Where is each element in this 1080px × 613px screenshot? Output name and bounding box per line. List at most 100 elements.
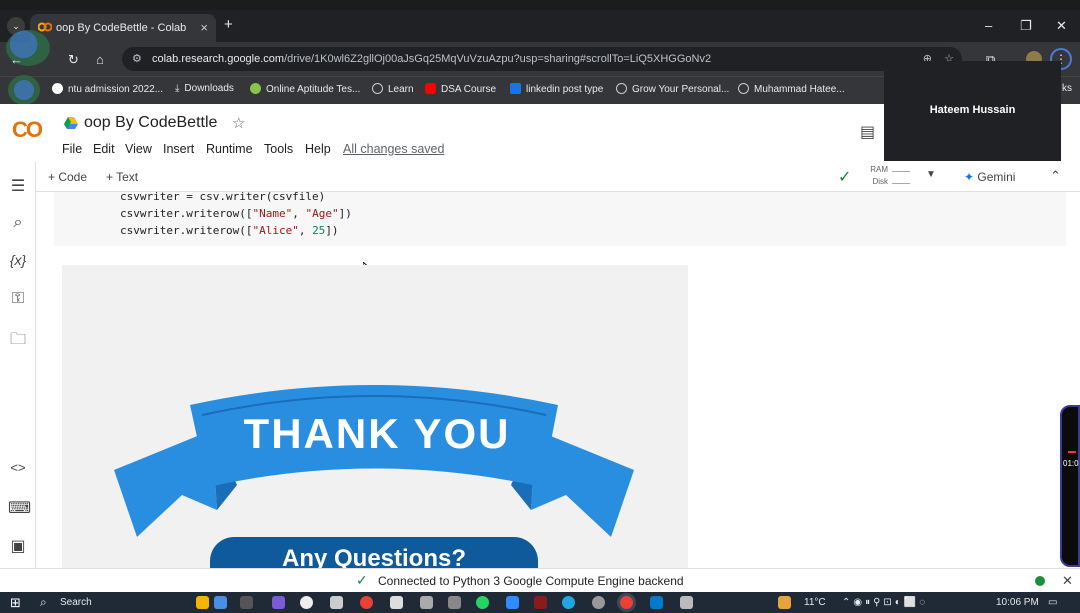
restore-icon[interactable]: ❐ [1020, 18, 1032, 34]
taskbar-settings-icon[interactable] [592, 596, 605, 609]
taskbar-search[interactable]: Search [60, 597, 92, 608]
minimize-icon[interactable]: – [985, 18, 992, 33]
globe-icon [372, 83, 383, 94]
code-line: csvwriter.writerow(["Name", "Age"]) [120, 207, 352, 220]
home-icon[interactable]: ⌂ [96, 52, 104, 67]
colab-favicon-icon [38, 22, 52, 32]
tray-icons[interactable]: ⌃◉⏸⚲⊡◐⬜◌ [842, 597, 928, 608]
close-status-icon[interactable]: ✕ [1062, 573, 1073, 589]
taskbar-chrome-icon[interactable] [360, 596, 373, 609]
new-tab-button[interactable]: + [224, 16, 233, 33]
weather-temp[interactable]: 11°C [804, 597, 826, 608]
notebook-title[interactable]: oop By CodeBettle [84, 114, 217, 132]
bookmark-item[interactable]: Learn [372, 83, 414, 95]
taskbar-search-icon[interactable]: ⌕ [40, 595, 47, 610]
gemini-button[interactable]: ✦ Gemini [964, 170, 1015, 184]
taskbar-zoom-icon[interactable] [506, 596, 519, 609]
participant-name: Hateem Hussain [929, 104, 1016, 116]
add-code-button[interactable]: + Code [48, 170, 87, 184]
url-field[interactable]: ⚙ colab.research.google.com/drive/1K0wl6… [122, 47, 962, 71]
questions-text: Any Questions? [281, 545, 467, 568]
taskbar-edge-icon[interactable] [562, 596, 575, 609]
gemini-icon: ✦ [964, 170, 975, 184]
bookmark-item[interactable]: ntu admission 2022... [52, 83, 163, 95]
aptitude-icon [250, 83, 261, 94]
status-check-icon: ✓ [356, 572, 368, 588]
comments-icon[interactable]: ▤ [860, 122, 875, 142]
bookmark-item[interactable]: Online Aptitude Tes... [250, 83, 360, 95]
bookmark-item[interactable]: linkedin post type [510, 83, 603, 95]
taskbar-app-icon[interactable] [448, 596, 461, 609]
browser-tab-bar: ⌄ oop By CodeBettle - Colab × + – ❐ ✕ [0, 10, 1080, 42]
widget-record-dot [1068, 451, 1076, 453]
bookmark-item[interactable]: Grow Your Personal... [616, 83, 729, 95]
taskbar-app-icon[interactable] [420, 596, 433, 609]
url-host: colab.research.google.com [152, 53, 285, 65]
command-palette-icon[interactable]: ⌨ [8, 498, 31, 518]
add-text-button[interactable]: + Text [106, 170, 138, 184]
menu-file[interactable]: File [62, 142, 82, 156]
notebook-toolbar: + Code + Text ✓ RAM Disk ▼ ✦ Gemini ⌃ [36, 162, 1080, 192]
taskbar-app-icon[interactable] [240, 596, 253, 609]
reload-icon[interactable]: ↻ [68, 52, 79, 68]
bookmark-item[interactable]: DSA Course [425, 83, 496, 95]
secrets-key-icon[interactable]: ⚿ [8, 290, 28, 308]
menu-runtime[interactable]: Runtime [206, 142, 253, 156]
taskbar-app-icon[interactable] [300, 596, 313, 609]
google-drive-icon [64, 117, 78, 129]
search-icon[interactable]: ⌕ [8, 214, 28, 232]
site-info-icon[interactable]: ⚙ [132, 47, 142, 71]
weather-icon[interactable] [778, 596, 791, 609]
taskbar-vscode-icon[interactable] [650, 596, 663, 609]
code-snippets-icon[interactable]: <> [8, 460, 28, 475]
runtime-dropdown-icon[interactable]: ▼ [926, 169, 936, 180]
colab-logo[interactable]: CO [12, 117, 43, 143]
bookmark-item[interactable]: ⤓ Downloads [175, 83, 234, 94]
variables-icon[interactable]: {x} [8, 252, 28, 268]
taskbar-app-icon[interactable] [390, 596, 403, 609]
save-status-link[interactable]: All changes saved [343, 142, 444, 156]
table-of-contents-icon[interactable]: ☰ [8, 176, 28, 196]
close-window-icon[interactable]: ✕ [1056, 18, 1067, 34]
star-notebook-icon[interactable]: ☆ [232, 114, 245, 132]
terminal-icon[interactable]: ▣ [8, 536, 28, 556]
code-cell[interactable]: csvwriter = csv.writer(csvfile) csvwrite… [54, 190, 1066, 246]
collapse-header-icon[interactable]: ⌃ [1050, 168, 1061, 184]
taskbar-app-icon[interactable] [214, 596, 227, 609]
window-top-strip [0, 0, 1080, 10]
download-icon: ⤓ [175, 83, 180, 94]
bookmark-item[interactable]: Muhammad Hatee... [738, 83, 845, 95]
taskbar-app-icon[interactable] [534, 596, 547, 609]
windows-start-icon[interactable]: ⊞ [10, 595, 21, 611]
menu-view[interactable]: View [125, 142, 152, 156]
taskbar-app-icon[interactable] [330, 596, 343, 609]
taskbar-app-icon[interactable] [196, 596, 209, 609]
apps-grid-icon[interactable] [8, 75, 40, 105]
menu-edit[interactable]: Edit [93, 142, 115, 156]
browser-tab-colab[interactable]: oop By CodeBettle - Colab × [30, 14, 216, 42]
ram-label: RAM [870, 165, 888, 174]
files-folder-icon[interactable]: 🗀 [8, 328, 28, 355]
menu-insert[interactable]: Insert [163, 142, 194, 156]
taskbar-app-icon[interactable] [272, 596, 285, 609]
code-line: csvwriter = csv.writer(csvfile) [120, 190, 326, 203]
youtube-icon [425, 83, 436, 94]
taskbar-chrome-active-icon[interactable] [620, 596, 633, 609]
banner-text: THANK YOU [243, 410, 511, 457]
taskbar-whatsapp-icon[interactable] [476, 596, 489, 609]
menu-tools[interactable]: Tools [264, 142, 293, 156]
globe-icon [616, 83, 627, 94]
menu-help[interactable]: Help [305, 142, 331, 156]
back-icon[interactable]: ← [10, 52, 23, 67]
clock-time[interactable]: 10:06 PM [996, 597, 1039, 608]
side-widget[interactable]: 01:0 [1060, 405, 1080, 567]
connected-check-icon: ✓ [838, 169, 852, 186]
bookmark-overflow[interactable]: ks [1062, 83, 1072, 94]
ram-bar [892, 171, 910, 172]
linkedin-icon [510, 83, 521, 94]
tab-close-icon[interactable]: × [200, 20, 208, 35]
taskbar-app-icon[interactable] [680, 596, 693, 609]
notification-icon[interactable]: ▭ [1048, 597, 1057, 608]
disk-bar [892, 183, 910, 184]
cell-output-image: THANK YOU Any Questions? [62, 265, 688, 568]
